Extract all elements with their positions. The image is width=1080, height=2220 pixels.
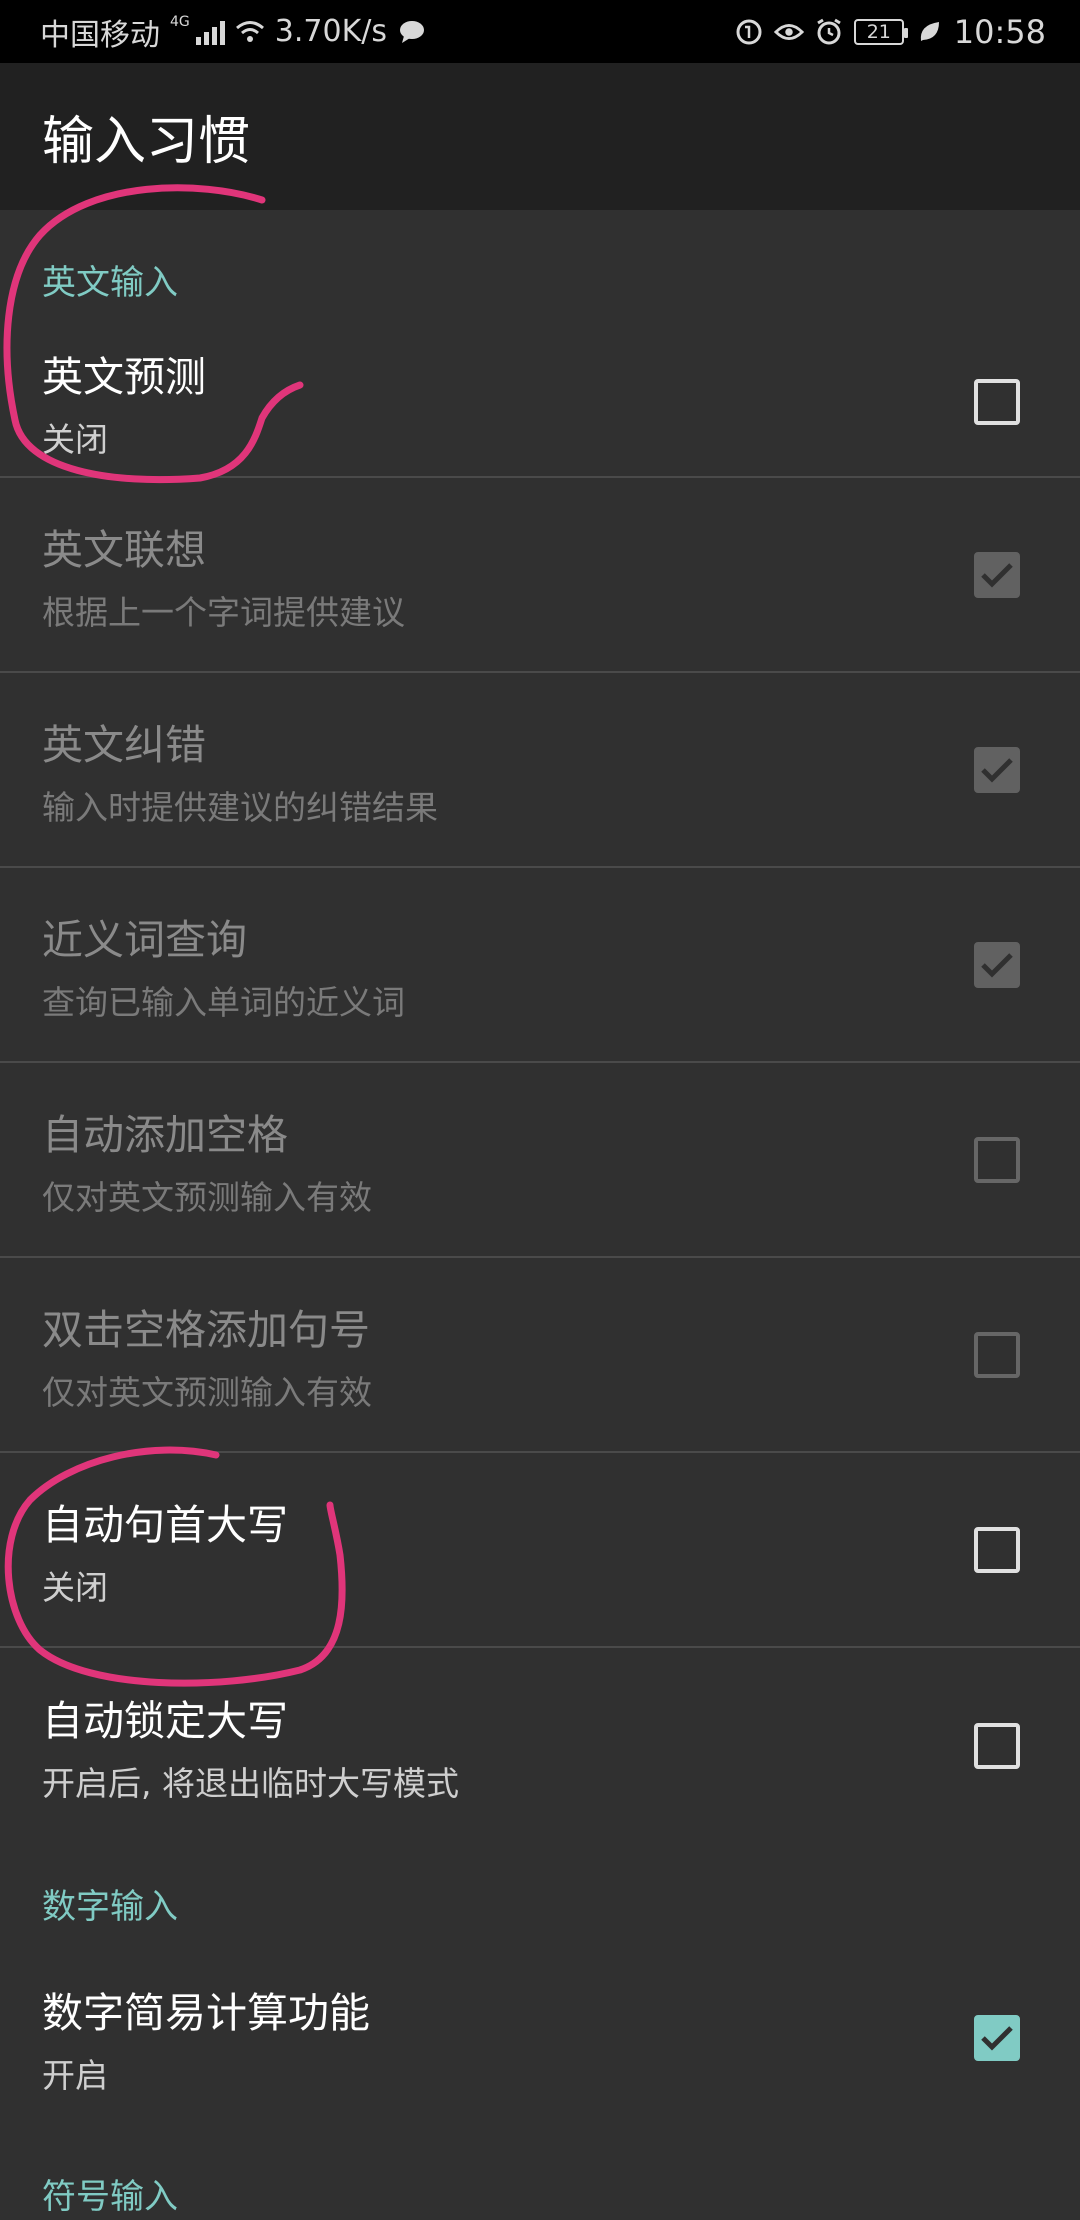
section-header-digits: 数字输入 [0, 1843, 1080, 1943]
setting-auto-caps-lock[interactable]: 自动锁定大写 开启后, 将退出临时大写模式 [0, 1648, 1080, 1843]
setting-subtitle: 查询已输入单词的近义词 [42, 982, 405, 1022]
eye-icon [773, 17, 804, 47]
synonym-lookup-checkbox[interactable] [974, 941, 1020, 988]
setting-title: 近义词查询 [42, 915, 247, 964]
page-title: 输入习惯 [42, 112, 251, 172]
section-header-symbols: 符号输入 [0, 2133, 1080, 2220]
checkmark-icon [981, 757, 1013, 783]
app-bar: 输入习惯 [0, 63, 1080, 210]
setting-text: 双击空格添加句号 仅对英文预测输入有效 [42, 1296, 372, 1414]
status-bar: 中国移动 4G 3.70K/s 21 10:58 [0, 0, 1080, 63]
setting-synonym-lookup[interactable]: 近义词查询 查询已输入单词的近义词 [0, 868, 1080, 1063]
network-type: 4G [170, 13, 190, 30]
leaf-icon [914, 17, 944, 47]
setting-text: 自动添加空格 仅对英文预测输入有效 [42, 1101, 372, 1219]
setting-title: 数字简易计算功能 [42, 1989, 370, 2037]
status-bar-left: 中国移动 4G 3.70K/s [40, 10, 427, 54]
simple-calculation-checkbox[interactable] [974, 2015, 1020, 2061]
setting-text: 英文预测 关闭 [42, 343, 206, 461]
section-header-english: 英文输入 [0, 210, 1080, 328]
setting-subtitle: 仅对英文预测输入有效 [42, 1372, 372, 1412]
setting-title: 自动添加空格 [42, 1110, 288, 1159]
setting-subtitle: 输入时提供建议的纠错结果 [42, 787, 438, 827]
setting-text: 英文联想 根据上一个字词提供建议 [42, 516, 405, 634]
setting-title: 英文纠错 [42, 720, 206, 769]
setting-text: 自动句首大写 关闭 [42, 1491, 288, 1609]
section-label: 符号输入 [42, 2176, 178, 2217]
setting-english-association[interactable]: 英文联想 根据上一个字词提供建议 [0, 478, 1080, 673]
setting-subtitle: 关闭 [42, 1567, 108, 1607]
setting-subtitle: 开启后, 将退出临时大写模式 [42, 1763, 459, 1803]
setting-text: 近义词查询 查询已输入单词的近义词 [42, 906, 405, 1024]
message-icon [397, 17, 427, 47]
checkmark-icon [981, 952, 1013, 978]
english-association-checkbox[interactable] [974, 551, 1020, 598]
english-correction-checkbox[interactable] [974, 746, 1020, 793]
section-label: 英文输入 [42, 262, 178, 303]
section-label: 数字输入 [42, 1886, 178, 1927]
data-saver-icon [734, 17, 764, 47]
setting-simple-calculation[interactable]: 数字简易计算功能 开启 [0, 1943, 1080, 2133]
setting-double-space-period[interactable]: 双击空格添加句号 仅对英文预测输入有效 [0, 1258, 1080, 1453]
setting-subtitle: 根据上一个字词提供建议 [42, 592, 405, 632]
setting-subtitle: 仅对英文预测输入有效 [42, 1177, 372, 1217]
setting-title: 英文联想 [42, 525, 206, 574]
carrier-name: 中国移动 [40, 17, 160, 53]
setting-title: 英文预测 [42, 353, 206, 401]
network-speed: 3.70K/s [274, 14, 387, 49]
double-space-period-checkbox[interactable] [974, 1331, 1020, 1378]
setting-subtitle: 关闭 [42, 420, 108, 459]
setting-title: 自动句首大写 [42, 1500, 288, 1549]
setting-english-prediction[interactable]: 英文预测 关闭 [0, 328, 1080, 478]
auto-space-checkbox[interactable] [974, 1136, 1020, 1183]
signal-icon [195, 19, 225, 45]
wifi-icon [235, 17, 265, 47]
auto-caps-lock-checkbox[interactable] [974, 1722, 1020, 1769]
setting-text: 自动锁定大写 开启后, 将退出临时大写模式 [42, 1687, 459, 1805]
status-bar-right: 21 10:58 [734, 13, 1046, 51]
setting-text: 数字简易计算功能 开启 [42, 1979, 370, 2097]
english-prediction-checkbox[interactable] [974, 379, 1020, 425]
setting-english-correction[interactable]: 英文纠错 输入时提供建议的纠错结果 [0, 673, 1080, 868]
setting-title: 自动锁定大写 [42, 1696, 288, 1745]
setting-auto-space[interactable]: 自动添加空格 仅对英文预测输入有效 [0, 1063, 1080, 1258]
clock: 10:58 [953, 12, 1046, 51]
alarm-icon [814, 17, 844, 47]
setting-title: 双击空格添加句号 [42, 1305, 370, 1354]
settings-list: 英文输入 英文预测 关闭 英文联想 根据上一个字词提供建议 英文纠错 输入时提供… [0, 210, 1080, 2220]
battery-icon: 21 [853, 18, 908, 45]
checkmark-icon [981, 2026, 1013, 2051]
setting-text: 英文纠错 输入时提供建议的纠错结果 [42, 711, 438, 829]
settings-screen: 中国移动 4G 3.70K/s 21 10:58 输入习惯 英文输入 英文预测 … [0, 0, 1080, 2220]
setting-auto-capitalize[interactable]: 自动句首大写 关闭 [0, 1453, 1080, 1648]
checkmark-icon [981, 562, 1013, 588]
setting-subtitle: 开启 [42, 2056, 108, 2095]
auto-capitalize-checkbox[interactable] [974, 1526, 1020, 1573]
